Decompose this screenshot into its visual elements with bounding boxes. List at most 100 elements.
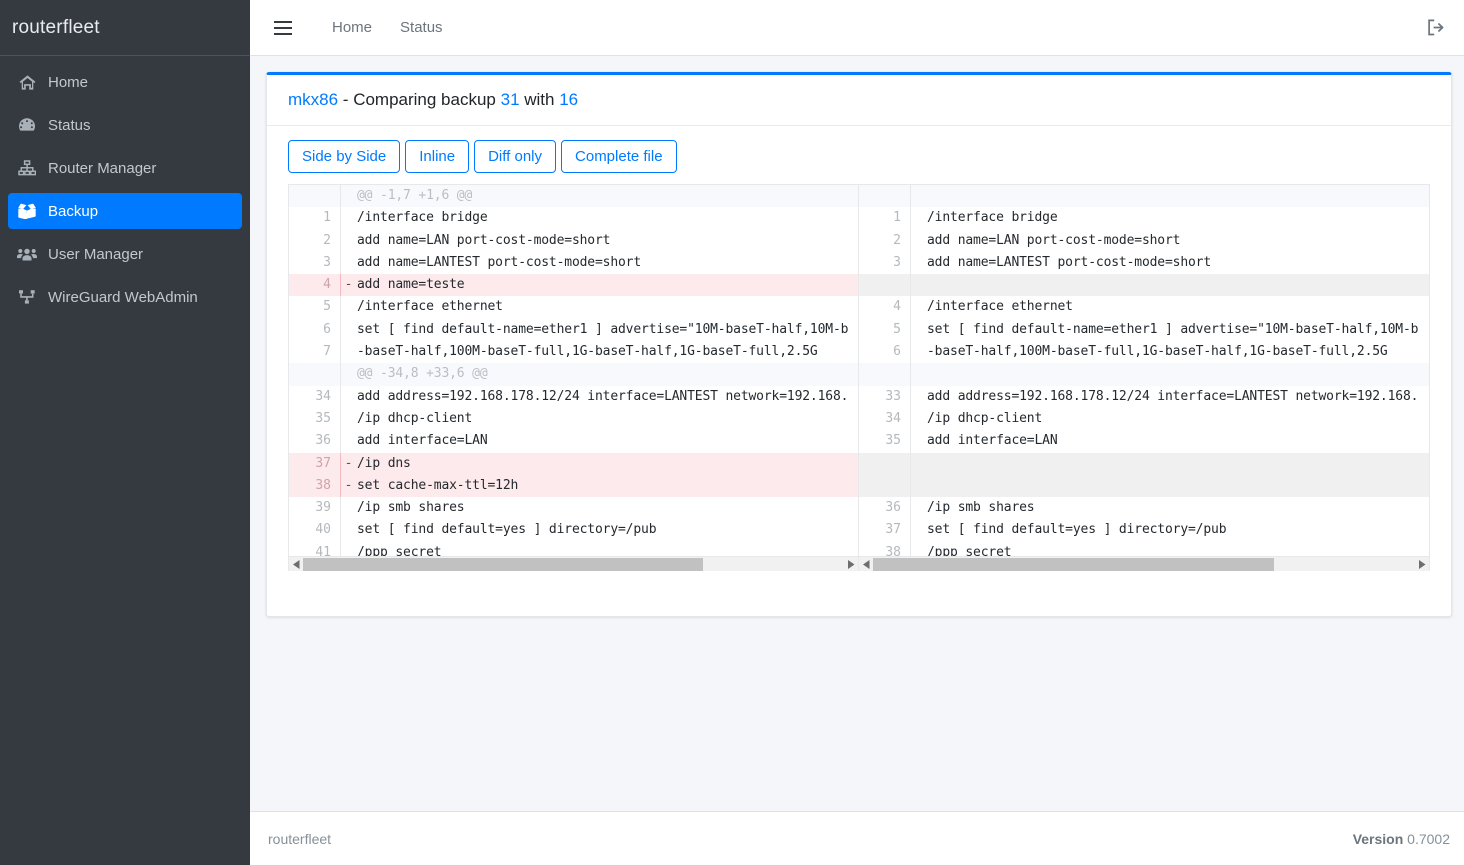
complete-file-button[interactable]: Complete file bbox=[561, 140, 677, 173]
diff-line-number: 33 bbox=[859, 385, 911, 408]
diff-line-number bbox=[859, 363, 911, 386]
diff-card: mkx86 - Comparing backup 31 with 16 Side… bbox=[266, 72, 1452, 617]
diff-line-marker bbox=[911, 386, 926, 408]
sidebar-item-status[interactable]: Status bbox=[8, 107, 242, 143]
sidebar-item-user-manager[interactable]: User Manager bbox=[8, 236, 242, 272]
diff-line-code: @@ -1,7 +1,6 @@ bbox=[357, 188, 473, 203]
diff-line-number: 38 bbox=[859, 541, 911, 556]
sidebar-item-backup[interactable]: Backup bbox=[8, 193, 242, 229]
diff-line-marker bbox=[341, 296, 356, 318]
diff-line-ctx: 1/interface bridge bbox=[859, 207, 1429, 230]
scrollbar-track[interactable] bbox=[303, 557, 844, 572]
sidebar-item-label: Status bbox=[48, 116, 91, 134]
gauge-icon bbox=[16, 115, 38, 135]
diff-line-number bbox=[859, 274, 911, 297]
diff-line-code: /interface bridge bbox=[357, 210, 488, 226]
sign-out-icon[interactable] bbox=[1422, 14, 1450, 42]
content-area: mkx86 - Comparing backup 31 with 16 Side… bbox=[250, 56, 1464, 811]
diff-line-ctx: 5 set [ find default-name=ether1 ] advert… bbox=[859, 318, 1429, 342]
router-link[interactable]: mkx86 bbox=[288, 90, 338, 109]
diff-line-ctx: 5/interface ethernet bbox=[289, 296, 858, 319]
diff-line-code: /interface ethernet bbox=[927, 299, 1073, 315]
footer-version-value: 0.7002 bbox=[1407, 830, 1450, 847]
diff-only-button[interactable]: Diff only bbox=[474, 140, 557, 173]
title-separator: - bbox=[338, 90, 354, 109]
diff-line-marker bbox=[911, 519, 926, 541]
diff-line-del: 37-/ip dns bbox=[289, 452, 858, 475]
diff-line-code bbox=[926, 274, 1429, 296]
diff-line-ctx: 35 add interface=LAN bbox=[859, 430, 1429, 453]
diff-view-mode-buttons: Side by Side Inline Diff only Complete f… bbox=[288, 140, 1430, 173]
diff-line-number: 2 bbox=[289, 229, 341, 252]
diff-line-marker bbox=[341, 207, 356, 229]
backup-b-link[interactable]: 16 bbox=[559, 90, 578, 109]
diff-line-marker: - bbox=[344, 277, 353, 293]
diff-line-ctx: 4/interface ethernet bbox=[859, 296, 1429, 319]
inline-button[interactable]: Inline bbox=[405, 140, 470, 173]
sidebar-brand[interactable]: routerfleet bbox=[0, 0, 250, 56]
diff-line-marker bbox=[341, 363, 356, 385]
diff-line-number bbox=[859, 452, 911, 475]
diff-line-marker bbox=[911, 296, 926, 318]
diff-line-code bbox=[926, 185, 1429, 207]
diff-line-code: /ppp secret bbox=[357, 544, 442, 556]
diff-line-del: 4- add name=teste bbox=[289, 274, 858, 297]
footer-version: Version 0.7002 bbox=[1353, 831, 1450, 847]
diff-line-code bbox=[926, 475, 1429, 497]
scroll-right-arrow-icon[interactable] bbox=[1415, 557, 1429, 572]
diff-line-number bbox=[859, 474, 911, 498]
top-navbar: Home Status bbox=[250, 0, 1464, 56]
scrollbar-track[interactable] bbox=[873, 557, 1415, 572]
horizontal-scrollbar-left[interactable] bbox=[289, 556, 858, 571]
diff-line-code: set [ find default=yes ] directory=/pub bbox=[927, 522, 1227, 538]
diff-line-marker bbox=[341, 185, 356, 207]
hamburger-icon[interactable] bbox=[270, 15, 296, 41]
sidebar-item-home[interactable]: Home bbox=[8, 64, 242, 100]
diff-line-marker: - bbox=[344, 455, 353, 471]
backup-a-link[interactable]: 31 bbox=[501, 90, 520, 109]
network-wired-icon bbox=[16, 287, 38, 307]
horizontal-scrollbar-right[interactable] bbox=[859, 556, 1429, 571]
diff-line-hunk: @@ -1,7 +1,6 @@ bbox=[289, 185, 858, 208]
diff-line-marker bbox=[911, 475, 926, 497]
diff-line-code: /ip dhcp-client bbox=[357, 410, 473, 426]
diff-rows-left: @@ -1,7 +1,6 @@ 1/interface bridge 2 add na… bbox=[289, 185, 858, 556]
diff-line-number: 35 bbox=[289, 407, 341, 431]
diff-line-hunk: @@ -34,8 +33,6 @@ bbox=[289, 363, 858, 386]
diff-line-code bbox=[926, 363, 1429, 385]
diff-line-code: set [ find default=yes ] directory=/pub bbox=[357, 522, 657, 538]
scrollbar-thumb[interactable] bbox=[303, 557, 704, 571]
diff-line-number: 7 bbox=[289, 341, 341, 364]
sidebar-item-wireguard-webadmin[interactable]: WireGuard WebAdmin bbox=[8, 279, 242, 315]
diff-line-number: 5 bbox=[289, 296, 341, 319]
diff-line-marker bbox=[341, 542, 356, 556]
scrollbar-thumb[interactable] bbox=[873, 557, 1275, 571]
scroll-left-arrow-icon[interactable] bbox=[289, 557, 303, 572]
diff-line-ctx: 38/ppp secret bbox=[859, 541, 1429, 556]
scroll-left-arrow-icon[interactable] bbox=[859, 557, 873, 572]
diff-line-ctx: 33 add address=192.168.178.12/24 interfac… bbox=[859, 385, 1429, 408]
topnav-link-home[interactable]: Home bbox=[318, 19, 386, 36]
diff-line-ctx: 1/interface bridge bbox=[289, 207, 858, 230]
diff-line-number: 37 bbox=[859, 519, 911, 542]
side-by-side-button[interactable]: Side by Side bbox=[288, 140, 401, 173]
main-wrapper: Home Status mkx86 - Comparing backup 31 … bbox=[250, 0, 1464, 865]
diff-line-marker bbox=[911, 408, 926, 430]
diff-line-empty bbox=[859, 452, 1429, 475]
title-text-middle: with bbox=[519, 90, 560, 109]
diff-line-marker bbox=[911, 207, 926, 229]
diff-line-number: 1 bbox=[289, 207, 341, 230]
diff-line-marker bbox=[911, 542, 926, 556]
diff-line-marker bbox=[341, 230, 356, 252]
diff-line-marker bbox=[341, 408, 356, 430]
diff-line-code: -baseT-half,100M-baseT-full,1G-baseT-hal… bbox=[357, 344, 818, 360]
diff-line-ctx: 40 set [ find default=yes ] directory=/pu… bbox=[289, 519, 858, 542]
card-body: Side by Side Inline Diff only Complete f… bbox=[267, 126, 1451, 616]
diff-line-ctx: 36/ip smb shares bbox=[859, 497, 1429, 520]
diff-line-marker bbox=[911, 230, 926, 252]
scroll-right-arrow-icon[interactable] bbox=[844, 557, 858, 572]
sidebar-item-router-manager[interactable]: Router Manager bbox=[8, 150, 242, 186]
diff-line-number: 34 bbox=[289, 385, 341, 408]
sidebar-item-label: User Manager bbox=[48, 245, 144, 263]
topnav-link-status[interactable]: Status bbox=[386, 19, 457, 36]
